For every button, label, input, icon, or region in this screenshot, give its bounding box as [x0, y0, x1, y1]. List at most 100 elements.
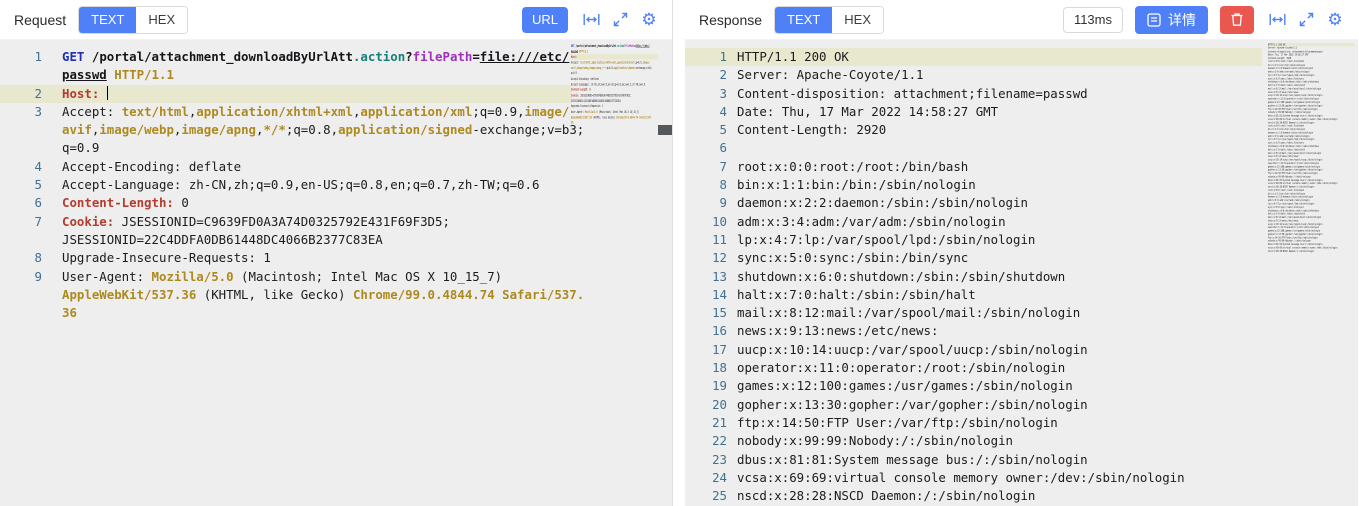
code-line[interactable]: avif,image/webp,image/apng,*/*;q=0.8,app…	[0, 121, 572, 139]
line-number: 20	[685, 396, 731, 414]
line-number: 25	[685, 487, 731, 505]
tab-text[interactable]: TEXT	[79, 7, 136, 33]
request-scrollbar[interactable]	[658, 40, 672, 506]
code-line[interactable]: 12sync:x:5:0:sync:/sbin:/bin/sync	[685, 249, 1262, 267]
tab-text[interactable]: TEXT	[775, 7, 832, 33]
http-history-detail: Request TEXT HEX URL ⚙	[0, 0, 1359, 506]
line-number: 9	[0, 268, 46, 286]
request-panel: Request TEXT HEX URL ⚙	[0, 0, 673, 506]
fullscreen-icon[interactable]	[611, 11, 629, 29]
response-header: Response TEXT HEX 113ms 详情	[685, 0, 1358, 40]
code-line[interactable]: 7root:x:0:0:root:/root:/bin/bash	[685, 158, 1262, 176]
line-number: 1	[685, 48, 731, 66]
code-line[interactable]: 4Accept-Encoding: deflate	[0, 158, 572, 176]
code-line[interactable]: 24vcsa:x:69:69:virtual console memory ow…	[685, 469, 1262, 487]
code-line[interactable]: 17uucp:x:10:14:uucp:/var/spool/uucp:/sbi…	[685, 341, 1262, 359]
code-line[interactable]: 9User-Agent: Mozilla/5.0 (Macintosh; Int…	[0, 268, 572, 286]
response-toolbar-icons: ⚙	[1268, 11, 1344, 29]
code-line[interactable]: 1HTTP/1.1 200 OK	[685, 48, 1262, 66]
code-line[interactable]: 3Content-disposition: attachment;filenam…	[685, 85, 1262, 103]
request-minimap[interactable]: 1GET /portal/attachment_downloadByUrlAtt…	[571, 43, 658, 506]
response-minimap[interactable]: 1HTTP/1.1 200 OK2Server: Apache-Coyote/1…	[1268, 43, 1356, 506]
line-number	[0, 231, 46, 249]
code-line[interactable]: 8Upgrade-Insecure-Requests: 1	[0, 249, 572, 267]
line-number: 10	[685, 213, 731, 231]
code-line[interactable]: 8bin:x:1:1:bin:/bin:/sbin/nologin	[685, 176, 1262, 194]
settings-icon[interactable]: ⚙	[640, 11, 658, 29]
code-line[interactable]: 6	[685, 139, 1262, 157]
code-line[interactable]: 16news:x:9:13:news:/etc/news:	[685, 322, 1262, 340]
fit-width-icon[interactable]	[582, 11, 600, 29]
code-line[interactable]: 7Cookie: JSESSIONID=C9639FD0A3A74D032579…	[0, 213, 572, 231]
line-number: 2	[685, 66, 731, 84]
line-number	[0, 304, 46, 322]
details-button[interactable]: 详情	[1135, 6, 1208, 34]
line-number: 13	[685, 268, 731, 286]
line-number: 8	[0, 249, 46, 267]
code-line[interactable]: 14halt:x:7:0:halt:/sbin:/sbin/halt	[685, 286, 1262, 304]
response-code: 1HTTP/1.1 200 OK2Server: Apache-Coyote/1…	[685, 40, 1358, 505]
trash-icon	[1230, 12, 1244, 27]
code-line[interactable]: passwd HTTP/1.1	[0, 66, 572, 84]
line-number: 18	[685, 359, 731, 377]
code-line[interactable]: 19games:x:12:100:games:/usr/games:/sbin/…	[685, 377, 1262, 395]
code-line[interactable]: 23dbus:x:81:81:System message bus:/:/sbi…	[685, 451, 1262, 469]
code-line[interactable]: 20gopher:x:13:30:gopher:/var/gopher:/sbi…	[685, 396, 1262, 414]
line-number: 15	[685, 304, 731, 322]
code-line[interactable]: 9daemon:x:2:2:daemon:/sbin:/sbin/nologin	[685, 194, 1262, 212]
request-header: Request TEXT HEX URL ⚙	[0, 0, 672, 40]
code-line[interactable]: 2Server: Apache-Coyote/1.1	[685, 66, 1262, 84]
settings-icon[interactable]: ⚙	[1326, 11, 1344, 29]
code-line[interactable]: 2Host:	[0, 85, 572, 103]
code-line[interactable]: 6Content-Length: 0	[0, 194, 572, 212]
code-line[interactable]: 1GET /portal/attachment_downloadByUrlAtt…	[0, 48, 572, 66]
response-panel: Response TEXT HEX 113ms 详情	[685, 0, 1358, 506]
line-number: 6	[0, 194, 46, 212]
code-line[interactable]: 5Accept-Language: zh-CN,zh;q=0.9,en-US;q…	[0, 176, 572, 194]
code-line: AppleWebKit/537.36 (KHTML, like Gecko) C…	[571, 114, 658, 119]
line-number: 4	[0, 158, 46, 176]
code-line[interactable]: q=0.9	[0, 139, 572, 157]
code-line[interactable]: 18operator:x:11:0:operator:/root:/sbin/n…	[685, 359, 1262, 377]
request-title: Request	[14, 12, 66, 28]
fit-width-icon[interactable]	[1268, 11, 1286, 29]
request-editor[interactable]: 1GET /portal/attachment_downloadByUrlAtt…	[0, 40, 672, 506]
line-number: 17	[685, 341, 731, 359]
code-line[interactable]: JSESSIONID=22C4DDFA0DB61448DC4066B2377C8…	[0, 231, 572, 249]
line-number: 12	[685, 249, 731, 267]
tab-hex[interactable]: HEX	[136, 7, 187, 33]
line-number: 14	[685, 286, 731, 304]
line-number: 1	[0, 48, 46, 66]
code-line[interactable]: 4Date: Thu, 17 Mar 2022 14:58:27 GMT	[685, 103, 1262, 121]
line-number: 23	[685, 451, 731, 469]
code-line[interactable]: 13shutdown:x:6:0:shutdown:/sbin:/sbin/sh…	[685, 268, 1262, 286]
code-line[interactable]: 11lp:x:4:7:lp:/var/spool/lpd:/sbin/nolog…	[685, 231, 1262, 249]
code-line[interactable]: 5Content-Length: 2920	[685, 121, 1262, 139]
line-number: 5	[685, 121, 731, 139]
code-line[interactable]: AppleWebKit/537.36 (KHTML, like Gecko) C…	[0, 286, 572, 304]
details-icon	[1147, 13, 1161, 27]
line-number: 5	[0, 176, 46, 194]
code-line[interactable]: 15mail:x:8:12:mail:/var/spool/mail:/sbin…	[685, 304, 1262, 322]
url-button[interactable]: URL	[522, 7, 568, 33]
code-line[interactable]: 36	[0, 304, 572, 322]
line-number: 3	[685, 85, 731, 103]
request-view-mode-switch: TEXT HEX	[78, 6, 188, 34]
code-line: 25nscd:x:28:28:NSCD Daemon:/:/sbin/nolog…	[1268, 249, 1355, 252]
line-number: 9	[685, 194, 731, 212]
code-line[interactable]: 10adm:x:3:4:adm:/var/adm:/sbin/nologin	[685, 213, 1262, 231]
request-scrollbar-thumb[interactable]	[658, 125, 672, 135]
code-line[interactable]: 25nscd:x:28:28:NSCD Daemon:/:/sbin/nolog…	[685, 487, 1262, 505]
code-line[interactable]: 22nobody:x:99:99:Nobody:/:/sbin/nologin	[685, 432, 1262, 450]
fullscreen-icon[interactable]	[1297, 11, 1315, 29]
line-number: 6	[685, 139, 731, 157]
response-minimap-content: 1HTTP/1.1 200 OK2Server: Apache-Coyote/1…	[1268, 43, 1355, 253]
code-line[interactable]: 21ftp:x:14:50:FTP User:/var/ftp:/sbin/no…	[685, 414, 1262, 432]
line-number	[0, 66, 46, 84]
code-line[interactable]: 3Accept: text/html,application/xhtml+xml…	[0, 103, 572, 121]
code-line: avif,image/webp,image/apng,*/*;q=0.8,app…	[571, 65, 658, 70]
response-title: Response	[699, 12, 762, 28]
delete-button[interactable]	[1220, 6, 1254, 34]
tab-hex[interactable]: HEX	[832, 7, 883, 33]
response-editor[interactable]: 1HTTP/1.1 200 OK2Server: Apache-Coyote/1…	[685, 40, 1358, 506]
